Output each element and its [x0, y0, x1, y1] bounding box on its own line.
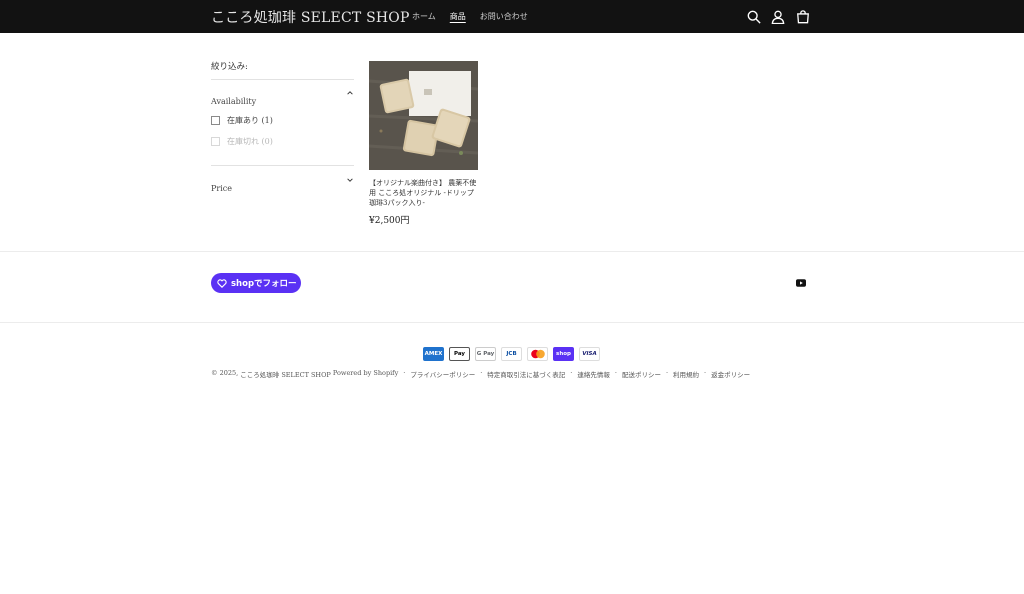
- copyright-prefix: © 2025,: [211, 369, 239, 377]
- policy-link-shipping[interactable]: 配送ポリシー: [622, 369, 661, 379]
- site-logo[interactable]: こころ処珈琲 SELECT SHOP: [211, 7, 410, 27]
- youtube-icon[interactable]: [796, 279, 806, 287]
- heart-icon: [217, 278, 227, 288]
- nav-contact[interactable]: お問い合わせ: [480, 11, 528, 22]
- product-card[interactable]: 【オリジナル楽曲付き】 農薬不使用 こころ処オリジナル -ドリップ珈琲3パック入…: [369, 61, 478, 226]
- footer-copyright: © 2025, こころ処珈琲 SELECT SHOP Powered by Sh…: [211, 369, 751, 379]
- powered-by-shopify-link[interactable]: Powered by Shopify: [333, 369, 398, 379]
- shop-pay-icon: shop: [553, 347, 574, 361]
- availability-facet-toggle[interactable]: Availability: [211, 89, 354, 108]
- google-pay-icon: G Pay: [475, 347, 496, 361]
- search-icon[interactable]: [747, 10, 761, 24]
- policy-link-refund[interactable]: 返金ポリシー: [711, 369, 750, 379]
- option-label: 在庫切れ (0): [227, 137, 273, 146]
- checkbox-box: [211, 137, 220, 146]
- mastercard-icon: [527, 347, 548, 361]
- shop-follow-label: shopでフォロー: [231, 279, 297, 289]
- nav-home[interactable]: ホーム: [412, 11, 436, 22]
- chevron-up-icon: [347, 91, 353, 95]
- price-label: Price: [211, 184, 232, 193]
- divider: [211, 79, 354, 80]
- availability-out-of-stock-checkbox: 在庫切れ (0): [211, 136, 273, 147]
- visa-icon: VISA: [579, 347, 600, 361]
- payment-icons: AMEX Pay G Pay JCB shop VISA: [423, 347, 600, 361]
- product-price: ¥2,500円: [369, 216, 410, 226]
- nav-products[interactable]: 商品: [450, 11, 466, 22]
- section-divider: [0, 251, 1024, 252]
- account-icon[interactable]: [771, 10, 785, 24]
- availability-in-stock-checkbox[interactable]: 在庫あり (1): [211, 115, 273, 126]
- product-title[interactable]: 【オリジナル楽曲付き】 農薬不使用 こころ処オリジナル -ドリップ珈琲3パック入…: [369, 178, 478, 208]
- filter-title: 絞り込み:: [211, 62, 248, 72]
- main-nav: ホーム 商品 お問い合わせ: [412, 11, 528, 22]
- availability-label: Availability: [211, 97, 257, 106]
- cart-icon[interactable]: [796, 10, 810, 24]
- price-facet-toggle[interactable]: Price: [211, 176, 354, 195]
- apple-pay-icon: Pay: [449, 347, 470, 361]
- policy-link-commerce-law[interactable]: 特定商取引法に基づく表記: [487, 369, 565, 379]
- policy-link-contact[interactable]: 連絡先情報: [577, 369, 610, 379]
- policy-link-terms[interactable]: 利用規約: [673, 369, 699, 379]
- chevron-down-icon: [347, 178, 353, 182]
- shop-follow-button[interactable]: shopでフォロー: [211, 273, 301, 293]
- copyright-shop-link[interactable]: こころ処珈琲 SELECT SHOP: [240, 369, 331, 379]
- section-divider: [0, 322, 1024, 323]
- policy-link-privacy[interactable]: プライバシーポリシー: [410, 369, 475, 379]
- amex-icon: AMEX: [423, 347, 444, 361]
- divider: [211, 165, 354, 166]
- product-image[interactable]: [369, 61, 478, 170]
- site-header: こころ処珈琲 SELECT SHOP ホーム 商品 お問い合わせ: [0, 0, 1024, 33]
- jcb-icon: JCB: [501, 347, 522, 361]
- checkbox-box: [211, 116, 220, 125]
- option-label: 在庫あり (1): [227, 116, 273, 125]
